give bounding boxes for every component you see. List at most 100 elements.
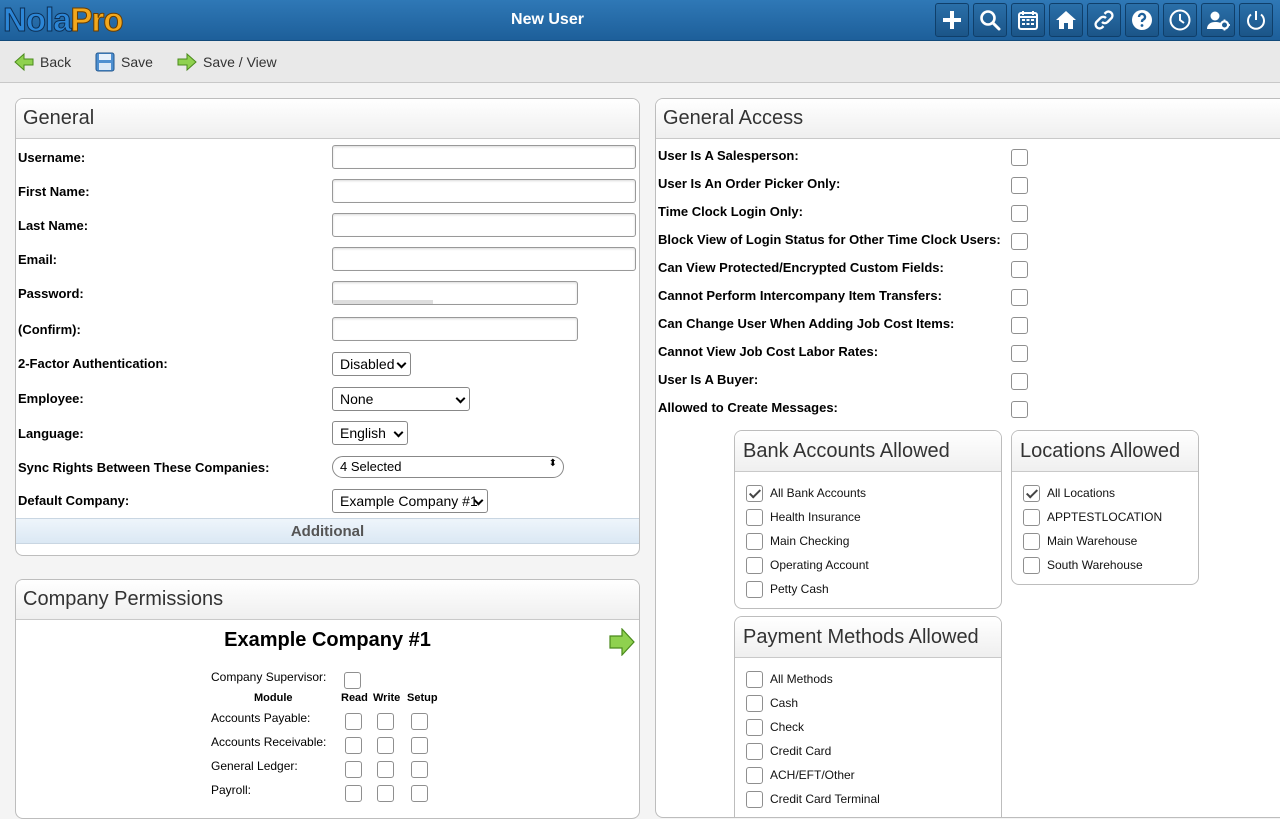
payment-methods-panel: Payment Methods Allowed All Methods Cash… bbox=[734, 616, 1002, 817]
company-permissions-title: Company Permissions bbox=[16, 580, 639, 620]
create-messages-checkbox[interactable] bbox=[1011, 401, 1028, 418]
bank-account-label: Health Insurance bbox=[770, 510, 861, 524]
block-login-status-checkbox[interactable] bbox=[1011, 233, 1028, 250]
location-checkbox[interactable] bbox=[1023, 557, 1040, 574]
ar-write-checkbox[interactable] bbox=[377, 737, 394, 754]
home-icon bbox=[1056, 11, 1076, 29]
search-button[interactable] bbox=[973, 3, 1007, 37]
bank-account-checkbox[interactable] bbox=[746, 581, 763, 598]
bank-account-label: All Bank Accounts bbox=[770, 486, 867, 500]
job-cost-labor-rates-checkbox[interactable] bbox=[1011, 345, 1028, 362]
help-button[interactable] bbox=[1125, 3, 1159, 37]
order-picker-checkbox[interactable] bbox=[1011, 177, 1028, 194]
ap-setup-checkbox[interactable] bbox=[411, 713, 428, 730]
save-view-button[interactable]: Save / View bbox=[177, 51, 277, 73]
bank-account-label: Operating Account bbox=[770, 558, 869, 572]
email-input[interactable] bbox=[332, 247, 636, 271]
module-label: Accounts Receivable: bbox=[211, 735, 327, 749]
payment-method-label: All Methods bbox=[770, 672, 833, 686]
username-input[interactable] bbox=[332, 145, 636, 169]
help-icon bbox=[1132, 10, 1152, 30]
chevron-down-icon bbox=[455, 393, 466, 404]
location-checkbox[interactable] bbox=[1023, 533, 1040, 550]
buyer-checkbox[interactable] bbox=[1011, 373, 1028, 390]
payroll-setup-checkbox[interactable] bbox=[411, 785, 428, 802]
last-name-input[interactable] bbox=[332, 213, 636, 237]
password-input[interactable] bbox=[332, 281, 578, 305]
payment-method-label: Cash bbox=[770, 696, 799, 710]
access-label: User Is An Order Picker Only: bbox=[658, 176, 841, 191]
ap-write-checkbox[interactable] bbox=[377, 713, 394, 730]
first-name-input[interactable] bbox=[332, 179, 636, 203]
all-methods-checkbox[interactable] bbox=[746, 671, 763, 688]
logout-button[interactable] bbox=[1239, 3, 1273, 37]
intercompany-transfers-checkbox[interactable] bbox=[1011, 289, 1028, 306]
gl-read-checkbox[interactable] bbox=[345, 761, 362, 778]
bank-account-checkbox[interactable] bbox=[746, 557, 763, 574]
ar-read-checkbox[interactable] bbox=[345, 737, 362, 754]
bank-account-checkbox[interactable] bbox=[746, 533, 763, 550]
bank-account-label: Petty Cash bbox=[770, 582, 829, 596]
module-column-header: Module bbox=[254, 692, 293, 704]
payment-method-checkbox[interactable] bbox=[746, 743, 763, 760]
ap-read-checkbox[interactable] bbox=[345, 713, 362, 730]
locations-title: Locations Allowed bbox=[1012, 431, 1198, 472]
employee-selected-value: None bbox=[340, 391, 374, 407]
payroll-write-checkbox[interactable] bbox=[377, 785, 394, 802]
payroll-read-checkbox[interactable] bbox=[345, 785, 362, 802]
location-checkbox[interactable] bbox=[1023, 509, 1040, 526]
payment-method-label: ACH/EFT/Other bbox=[770, 768, 855, 782]
twofa-select[interactable]: Disabled bbox=[332, 352, 411, 376]
twofa-selected-value: Disabled bbox=[340, 356, 395, 372]
payment-method-checkbox[interactable] bbox=[746, 695, 763, 712]
plus-icon bbox=[943, 11, 961, 29]
company-permissions-panel: Company Permissions Example Company #1 C… bbox=[15, 579, 640, 819]
gl-write-checkbox[interactable] bbox=[377, 761, 394, 778]
gl-setup-checkbox[interactable] bbox=[411, 761, 428, 778]
company-supervisor-checkbox[interactable] bbox=[344, 672, 361, 689]
calendar-button[interactable] bbox=[1011, 3, 1045, 37]
change-user-job-cost-checkbox[interactable] bbox=[1011, 317, 1028, 334]
confirm-password-input[interactable] bbox=[332, 317, 578, 341]
user-settings-button[interactable] bbox=[1201, 3, 1235, 37]
sync-rights-multiselect[interactable]: 4 Selected ⬍ bbox=[332, 456, 564, 478]
bank-account-checkbox[interactable] bbox=[746, 509, 763, 526]
first-name-label: First Name: bbox=[18, 184, 90, 199]
payment-methods-title: Payment Methods Allowed bbox=[735, 617, 1001, 658]
employee-label: Employee: bbox=[18, 391, 84, 406]
next-company-arrow-icon[interactable] bbox=[609, 628, 635, 656]
default-company-label: Default Company: bbox=[18, 493, 130, 508]
salesperson-checkbox[interactable] bbox=[1011, 149, 1028, 166]
back-arrow-icon bbox=[14, 52, 34, 72]
access-label: Can Change User When Adding Job Cost Ite… bbox=[658, 316, 955, 331]
save-button[interactable]: Save bbox=[95, 51, 153, 73]
links-button[interactable] bbox=[1087, 3, 1121, 37]
chevron-down-icon bbox=[396, 358, 407, 369]
password-strength-meter bbox=[333, 300, 433, 304]
search-icon bbox=[980, 10, 1001, 31]
payment-method-checkbox[interactable] bbox=[746, 719, 763, 736]
back-button[interactable]: Back bbox=[14, 51, 71, 73]
time-clock-login-checkbox[interactable] bbox=[1011, 205, 1028, 222]
access-label: Can View Protected/Encrypted Custom Fiel… bbox=[658, 260, 944, 275]
time-clock-button[interactable] bbox=[1163, 3, 1197, 37]
add-button[interactable] bbox=[935, 3, 969, 37]
all-bank-accounts-checkbox[interactable] bbox=[746, 485, 763, 502]
payment-method-checkbox[interactable] bbox=[746, 767, 763, 784]
additional-section-toggle[interactable]: Additional bbox=[16, 518, 639, 544]
employee-select[interactable]: None bbox=[332, 387, 470, 411]
chevron-down-icon bbox=[393, 427, 404, 438]
save-disk-icon bbox=[95, 52, 115, 72]
ar-setup-checkbox[interactable] bbox=[411, 737, 428, 754]
default-company-select[interactable]: Example Company #1 bbox=[332, 489, 488, 513]
view-encrypted-fields-checkbox[interactable] bbox=[1011, 261, 1028, 278]
all-locations-checkbox[interactable] bbox=[1023, 485, 1040, 502]
language-select[interactable]: English bbox=[332, 421, 408, 445]
location-label: All Locations bbox=[1047, 486, 1116, 500]
payment-method-label: Credit Card Terminal bbox=[770, 792, 880, 806]
access-label: Cannot Perform Intercompany Item Transfe… bbox=[658, 288, 942, 303]
payment-method-label: Check bbox=[770, 720, 805, 734]
home-button[interactable] bbox=[1049, 3, 1083, 37]
updown-arrow-icon: ⬍ bbox=[548, 458, 557, 469]
location-label: Main Warehouse bbox=[1047, 534, 1138, 548]
